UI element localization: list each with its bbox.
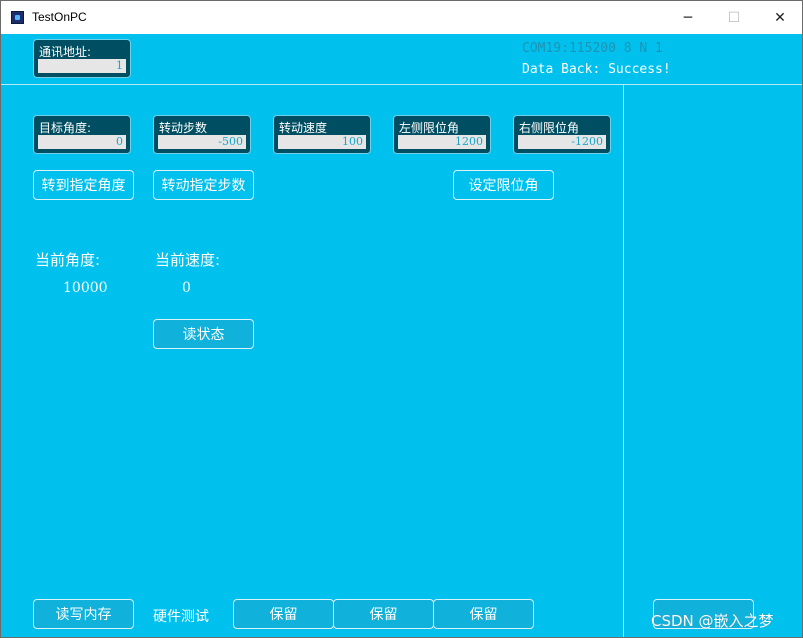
title-bar[interactable]: TestOnPC ─ ☐ ✕ (1, 1, 802, 34)
target-angle-input[interactable]: 0 (38, 135, 126, 149)
rotate-steps-input[interactable]: -500 (158, 135, 246, 149)
read-status-button[interactable]: 读状态 (153, 319, 254, 349)
minimize-button[interactable]: ─ (665, 1, 711, 34)
current-speed-value: 0 (182, 280, 191, 296)
app-icon (11, 11, 24, 24)
hardware-test-label: 硬件测试 (153, 609, 209, 625)
left-limit-label: 左侧限位角 (399, 121, 460, 135)
current-speed-label: 当前速度: (155, 251, 221, 269)
close-button[interactable]: ✕ (757, 1, 802, 34)
right-limit-field: 右侧限位角 -1200 (513, 115, 611, 154)
data-back-status: Data Back: Success! (522, 62, 671, 77)
window-title: TestOnPC (32, 10, 87, 24)
client-area: 通讯地址: 1 COM19:115200 8 N 1 Data Back: Su… (1, 34, 802, 637)
read-write-memory-button[interactable]: 读写内存 (33, 599, 134, 629)
rotate-steps-button[interactable]: 转动指定步数 (153, 170, 254, 200)
reserve-button-2[interactable]: 保留 (333, 599, 434, 629)
maximize-button[interactable]: ☐ (711, 1, 757, 34)
app-window: TestOnPC ─ ☐ ✕ 通讯地址: 1 COM19:115200 8 N … (0, 0, 803, 638)
address-field: 通讯地址: 1 (33, 39, 131, 78)
current-angle-value: 10000 (63, 280, 108, 296)
csdn-watermark: CSDN @嵌入之梦 (651, 612, 774, 630)
side-panel-divider (623, 85, 624, 637)
target-angle-field: 目标角度: 0 (33, 115, 131, 154)
reserve-button-1[interactable]: 保留 (233, 599, 334, 629)
header-divider (1, 84, 802, 85)
goto-angle-button[interactable]: 转到指定角度 (33, 170, 134, 200)
reserve-button-3[interactable]: 保留 (433, 599, 534, 629)
port-status: COM19:115200 8 N 1 (522, 41, 663, 56)
right-limit-input[interactable]: -1200 (518, 135, 606, 149)
rotate-speed-input[interactable]: 100 (278, 135, 366, 149)
rotate-steps-field: 转动步数 -500 (153, 115, 251, 154)
rotate-steps-label: 转动步数 (159, 121, 208, 135)
right-limit-label: 右侧限位角 (519, 121, 580, 135)
current-angle-label: 当前角度: (35, 251, 101, 269)
left-limit-input[interactable]: 1200 (398, 135, 486, 149)
address-input[interactable]: 1 (38, 59, 126, 73)
address-label: 通讯地址: (39, 45, 92, 59)
left-limit-field: 左侧限位角 1200 (393, 115, 491, 154)
target-angle-label: 目标角度: (39, 121, 92, 135)
set-limit-button[interactable]: 设定限位角 (453, 170, 554, 200)
rotate-speed-field: 转动速度 100 (273, 115, 371, 154)
rotate-speed-label: 转动速度 (279, 121, 328, 135)
